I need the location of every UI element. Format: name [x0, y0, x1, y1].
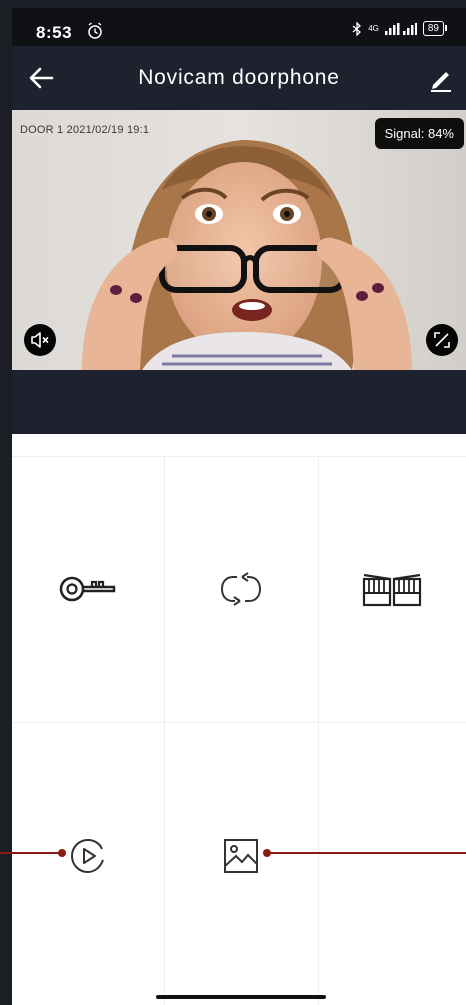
expand-icon	[434, 332, 450, 348]
image-icon	[224, 839, 258, 873]
video-preview[interactable]: DOOR 1 2021/02/19 19:1 Signal: 84%	[12, 110, 466, 370]
page-title: Novicam doorphone	[138, 66, 340, 89]
switch-camera-button[interactable]	[164, 456, 318, 722]
video-controls-strip	[12, 370, 466, 434]
annotation-pointer-dot	[58, 849, 66, 857]
unlock-button[interactable]	[12, 456, 164, 722]
left-frame-edge	[0, 0, 12, 1005]
gallery-button[interactable]	[164, 723, 318, 993]
annotation-pointer-line	[0, 852, 60, 854]
status-icons: 4G 89	[352, 21, 448, 36]
cycle-arrows-icon	[220, 572, 262, 606]
controls-panel	[12, 434, 466, 1005]
gate-button[interactable]	[318, 456, 466, 722]
signal-strength-icon	[384, 22, 417, 35]
battery-indicator: 89	[422, 21, 448, 36]
annotation-pointer-dot	[263, 849, 271, 857]
pencil-icon	[431, 72, 451, 92]
camera-feed-image	[12, 110, 466, 370]
status-time: 8:53	[36, 23, 73, 42]
signal-badge: Signal: 84%	[374, 118, 464, 149]
home-indicator[interactable]	[156, 995, 326, 999]
alarm-clock-icon	[88, 22, 102, 39]
status-bar: 8:53 4G 89	[12, 8, 466, 46]
play-circle-icon	[70, 838, 104, 874]
playback-button[interactable]	[12, 723, 164, 993]
network-type-label: 4G	[368, 24, 379, 33]
video-timestamp: DOOR 1 2021/02/19 19:1	[20, 124, 150, 136]
mute-button[interactable]	[24, 324, 56, 356]
top-frame-edge	[0, 0, 466, 8]
app-header: Novicam doorphone	[12, 46, 466, 110]
bluetooth-icon	[352, 21, 362, 36]
speaker-muted-icon	[31, 332, 49, 348]
empty-grid-cell	[318, 723, 466, 993]
annotation-pointer-line	[268, 852, 466, 854]
key-icon	[59, 576, 116, 602]
edit-button[interactable]	[428, 66, 454, 92]
fullscreen-button[interactable]	[426, 324, 458, 356]
gate-icon	[362, 573, 422, 607]
